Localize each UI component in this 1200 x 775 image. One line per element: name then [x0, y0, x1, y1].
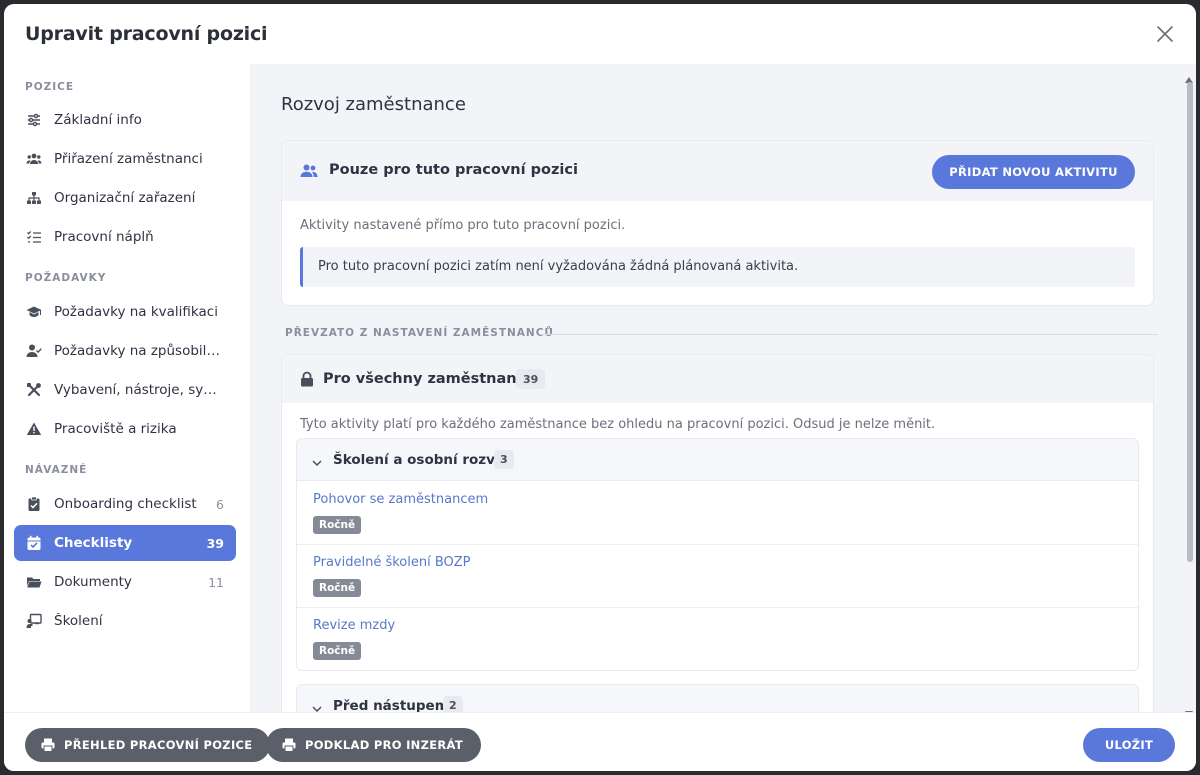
sidebar-item-label: Základní info [54, 112, 142, 128]
nav-section-position: POZICE [25, 81, 75, 93]
scrollbar[interactable] [1182, 64, 1196, 717]
sidebar-item-label: Požadavky na kvalifikaci [54, 304, 218, 320]
position-overview-button[interactable]: PŘEHLED PRACOVNÍ POZICE [25, 728, 271, 762]
close-button[interactable] [1154, 23, 1176, 45]
card-title: Pouze pro tuto pracovní pozici [329, 162, 578, 178]
sidebar-item-label: Organizační zařazení [54, 190, 196, 206]
position-activities-card: Pouze pro tuto pracovní pozici PŘIDAT NO… [281, 140, 1154, 306]
sidebar-item-assigned-employees[interactable]: Přiřazení zaměstnanci [14, 141, 236, 177]
card-description: Aktivity nastavené přímo pro tuto pracov… [300, 218, 626, 233]
sidebar-item-count: 6 [216, 496, 224, 512]
sidebar-item-training[interactable]: Školení [14, 603, 236, 639]
activity-group: Před nástupem 2 [296, 684, 1139, 712]
chevron-down-icon [311, 700, 323, 712]
button-label: PODKLAD PRO INZERÁT [305, 738, 464, 752]
sidebar-item-qualification[interactable]: Požadavky na kvalifikaci [14, 294, 236, 330]
clipboard-check-icon [26, 496, 42, 512]
printer-icon [41, 738, 55, 752]
lock-icon [300, 371, 314, 391]
inherited-label: PŘEVZATO Z NASTAVENÍ ZAMĚSTNANCŮ [285, 327, 564, 339]
sidebar-item-workplace-risks[interactable]: Pracoviště a rizika [14, 411, 236, 447]
sidebar-item-basic-info[interactable]: Základní info [14, 102, 236, 138]
graduation-cap-icon [26, 304, 42, 320]
group-header[interactable]: Před nástupem 2 [297, 685, 1138, 712]
sidebar-item-organization[interactable]: Organizační zařazení [14, 180, 236, 216]
sidebar-item-equipment[interactable]: Vybavení, nástroje, systé… [14, 372, 236, 408]
activity-item: Revize mzdy Ročně [297, 608, 1138, 670]
dialog-title: Upravit pracovní pozici [25, 23, 268, 45]
frequency-tag: Ročně [313, 642, 362, 660]
folder-icon [26, 574, 42, 590]
sidebar-item-label: Školení [54, 613, 103, 629]
empty-notice-text: Pro tuto pracovní pozici zatím není vyža… [318, 259, 799, 274]
sidebar-item-competence[interactable]: Požadavky na způsobilost [14, 333, 236, 369]
group-title: Před nástupem [333, 698, 449, 712]
dialog-footer: PŘEHLED PRACOVNÍ POZICE PODKLAD PRO INZE… [4, 712, 1196, 771]
checklist-icon [26, 229, 42, 245]
user-check-icon [26, 343, 42, 359]
scrollbar-thumb[interactable] [1187, 82, 1193, 562]
frequency-tag: Ročně [313, 516, 362, 534]
count-badge: 3 [494, 450, 514, 469]
sidebar-item-count: 11 [208, 574, 224, 590]
sidebar-item-documents[interactable]: Dokumenty 11 [14, 564, 236, 600]
job-ad-button[interactable]: PODKLAD PRO INZERÁT [266, 728, 482, 762]
sidebar-item-label: Pracoviště a rizika [54, 421, 177, 437]
card-header: Pouze pro tuto pracovní pozici PŘIDAT NO… [282, 141, 1153, 201]
sidebar-item-checklists[interactable]: Checklisty 39 [14, 525, 236, 561]
sidebar-item-label: Onboarding checklist [54, 496, 197, 512]
all-employees-card: Pro všechny zaměstnance 39 Tyto aktivity… [281, 354, 1154, 712]
sitemap-icon [26, 190, 42, 206]
warning-icon [26, 421, 42, 437]
count-badge: 39 [516, 369, 546, 389]
group-header[interactable]: Školení a osobní rozvoj 3 [297, 439, 1138, 481]
divider-line [540, 334, 1158, 335]
users-icon [26, 151, 42, 167]
activity-item: Pohovor se zaměstnancem Ročně [297, 481, 1138, 545]
save-button[interactable]: ULOŽIT [1083, 728, 1175, 762]
main-content: Rozvoj zaměstnance Pouze pro tuto pracov… [250, 64, 1182, 712]
activity-link[interactable]: Revize mzdy [313, 618, 395, 633]
sidebar-item-label: Pracovní náplň [54, 229, 154, 245]
empty-notice: Pro tuto pracovní pozici zatím není vyža… [300, 247, 1135, 287]
sidebar-nav: POZICE Základní info Přiřazení zaměstnan… [4, 64, 250, 712]
sliders-icon [26, 112, 42, 128]
nav-section-requirements: POŽADAVKY [25, 272, 107, 284]
card-header: Pro všechny zaměstnance 39 [282, 355, 1153, 403]
dialog-header: Upravit pracovní pozici [4, 4, 1196, 64]
activity-link[interactable]: Pohovor se zaměstnancem [313, 492, 488, 507]
card-title: Pro všechny zaměstnance [323, 371, 536, 387]
button-label: PŘEHLED PRACOVNÍ POZICE [64, 738, 253, 752]
group-title: Školení a osobní rozvoj [333, 452, 509, 468]
nav-section-related: NÁVAZNÉ [25, 464, 88, 476]
activity-group: Školení a osobní rozvoj 3 Pohovor se zam… [296, 438, 1139, 671]
users-icon [300, 163, 318, 183]
calendar-check-icon [26, 535, 42, 551]
frequency-tag: Ročně [313, 579, 362, 597]
printer-icon [282, 738, 296, 752]
edit-position-dialog: Upravit pracovní pozici POZICE Základní … [4, 4, 1196, 771]
sidebar-item-label: Vybavení, nástroje, systé… [54, 382, 220, 398]
sidebar-item-onboarding-checklist[interactable]: Onboarding checklist 6 [14, 486, 236, 522]
tools-icon [26, 382, 42, 398]
sidebar-item-label: Požadavky na způsobilost [54, 343, 220, 359]
sidebar-item-label: Checklisty [54, 535, 133, 551]
add-activity-button[interactable]: PŘIDAT NOVOU AKTIVITU [932, 155, 1135, 189]
activity-link[interactable]: Pravidelné školení BOZP [313, 555, 471, 570]
close-icon [1157, 26, 1173, 42]
card-description: Tyto aktivity platí pro každého zaměstna… [300, 417, 936, 432]
chevron-down-icon [311, 454, 323, 473]
sidebar-item-label: Dokumenty [54, 574, 132, 590]
activity-item: Pravidelné školení BOZP Ročně [297, 545, 1138, 608]
inherited-divider: PŘEVZATO Z NASTAVENÍ ZAMĚSTNANCŮ [285, 327, 1158, 341]
section-title: Rozvoj zaměstnance [281, 94, 466, 115]
sidebar-item-count: 39 [206, 535, 224, 551]
sidebar-item-label: Přiřazení zaměstnanci [54, 151, 203, 167]
sidebar-item-job-description[interactable]: Pracovní náplň [14, 219, 236, 255]
count-badge: 2 [443, 696, 463, 712]
chalkboard-teacher-icon [26, 613, 42, 629]
